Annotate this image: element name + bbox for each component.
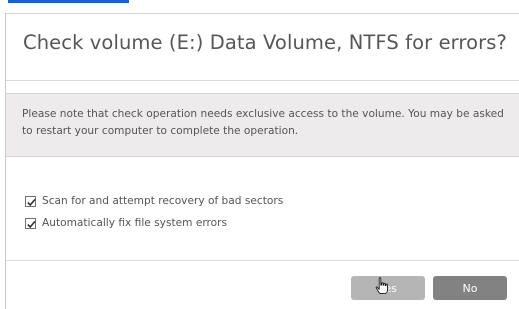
checkmark-icon: [27, 220, 36, 228]
checkmark-icon: [27, 198, 36, 206]
note-text: Please note that check operation needs e…: [22, 108, 504, 137]
no-button[interactable]: No: [433, 276, 507, 300]
option-label-scan-bad-sectors: Scan for and attempt recovery of bad sec…: [42, 195, 284, 207]
footer-divider: [6, 260, 519, 261]
title-divider: [6, 80, 519, 81]
note-panel: Please note that check operation needs e…: [6, 93, 519, 157]
check-volume-dialog: Check volume (E:) Data Volume, NTFS for …: [5, 13, 519, 309]
page: Check volume (E:) Data Volume, NTFS for …: [0, 0, 519, 309]
dialog-title: Check volume (E:) Data Volume, NTFS for …: [23, 31, 507, 54]
yes-button[interactable]: Yes: [351, 276, 425, 300]
option-fix-errors[interactable]: Automatically fix file system errors: [25, 215, 227, 231]
link-underline[interactable]: [8, 0, 129, 3]
checkbox-fix-errors[interactable]: [25, 217, 36, 229]
option-scan-bad-sectors[interactable]: Scan for and attempt recovery of bad sec…: [25, 193, 283, 209]
option-label-fix-errors: Automatically fix file system errors: [42, 217, 227, 229]
checkbox-scan-bad-sectors[interactable]: [25, 195, 36, 207]
